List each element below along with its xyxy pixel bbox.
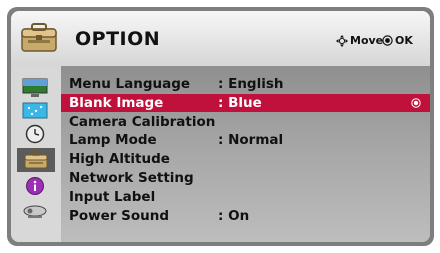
page-title: OPTION — [75, 28, 161, 50]
clock-icon[interactable] — [22, 124, 48, 144]
menu-item-label: Input Label — [69, 189, 156, 205]
option-toolbox-icon — [21, 23, 57, 52]
option-toolbox-icon — [24, 150, 48, 169]
menu-item-value: : Normal — [218, 132, 284, 148]
menu-item-value: : Blue — [218, 95, 262, 111]
move-hint: Move — [336, 34, 383, 47]
option-list: Menu Language : English Blank Image : Bl… — [61, 66, 430, 242]
ok-hint-label: OK — [395, 34, 413, 47]
menu-item-label: Network Setting — [69, 170, 194, 186]
menu-item-lamp-mode[interactable]: Lamp Mode : Normal — [61, 131, 430, 149]
menu-item-network-setting[interactable]: Network Setting — [61, 169, 430, 187]
menu-header: OPTION Move OK — [11, 11, 430, 66]
ok-indicator-icon — [411, 98, 421, 108]
menu-item-label: Blank Image — [69, 95, 164, 111]
menu-item-label: Menu Language — [69, 76, 191, 92]
menu-item-power-sound[interactable]: Power Sound : On — [61, 207, 430, 225]
monitor-icon[interactable] — [22, 78, 48, 98]
menu-item-high-altitude[interactable]: High Altitude — [61, 150, 430, 168]
projector-icon[interactable] — [22, 202, 48, 222]
menu-item-label: Lamp Mode — [69, 132, 157, 148]
ok-button-icon — [382, 35, 393, 46]
menu-item-label: High Altitude — [69, 151, 170, 167]
info-icon[interactable] — [22, 176, 48, 196]
menu-item-camera-calibration[interactable]: Camera Calibration — [61, 113, 430, 131]
ok-hint: OK — [382, 34, 413, 47]
menu-item-blank-image[interactable]: Blank Image : Blue — [61, 94, 430, 112]
menu-item-value: : On — [218, 208, 250, 224]
move-arrows-icon — [336, 34, 348, 47]
category-sidebar — [11, 66, 61, 242]
menu-item-input-label[interactable]: Input Label — [61, 188, 430, 206]
screen-pattern-icon[interactable] — [22, 101, 48, 121]
menu-item-label: Camera Calibration — [69, 114, 216, 130]
option-menu-panel: OPTION Move OK Menu Language: English B… — [11, 11, 430, 242]
menu-item-label: Power Sound — [69, 208, 170, 224]
menu-item-menu-language[interactable]: Menu Language : English — [61, 75, 430, 93]
menu-item-value: : English — [218, 76, 284, 92]
option-category-selected[interactable] — [17, 148, 55, 172]
move-hint-label: Move — [350, 34, 384, 47]
